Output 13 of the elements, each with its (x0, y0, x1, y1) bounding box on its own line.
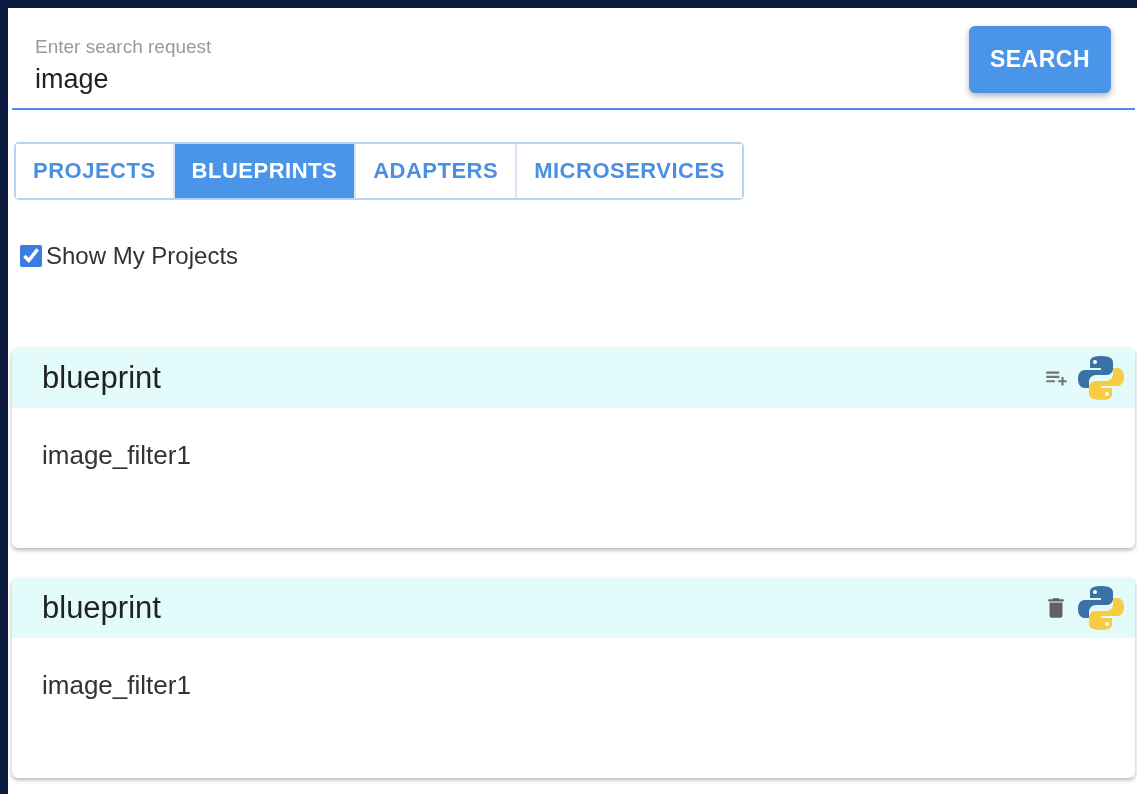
checkbox-label: Show My Projects (46, 242, 239, 270)
python-logo-icon (1077, 354, 1125, 402)
python-logo-icon (1077, 584, 1125, 632)
search-button[interactable]: SEARCH (968, 25, 1111, 93)
blueprint-name: image_filter1 (42, 670, 191, 700)
blueprint-name: image_filter1 (42, 440, 191, 470)
card-title: blueprint (42, 590, 161, 626)
card-title: blueprint (42, 360, 161, 396)
tab[interactable]: BLUEPRINTS (174, 144, 357, 198)
search-field[interactable]: Enter search request image SEARCH (12, 8, 1135, 110)
search-label: Enter search request (35, 35, 213, 58)
checkbox[interactable] (20, 245, 42, 267)
tab[interactable]: PROJECTS (16, 144, 175, 198)
